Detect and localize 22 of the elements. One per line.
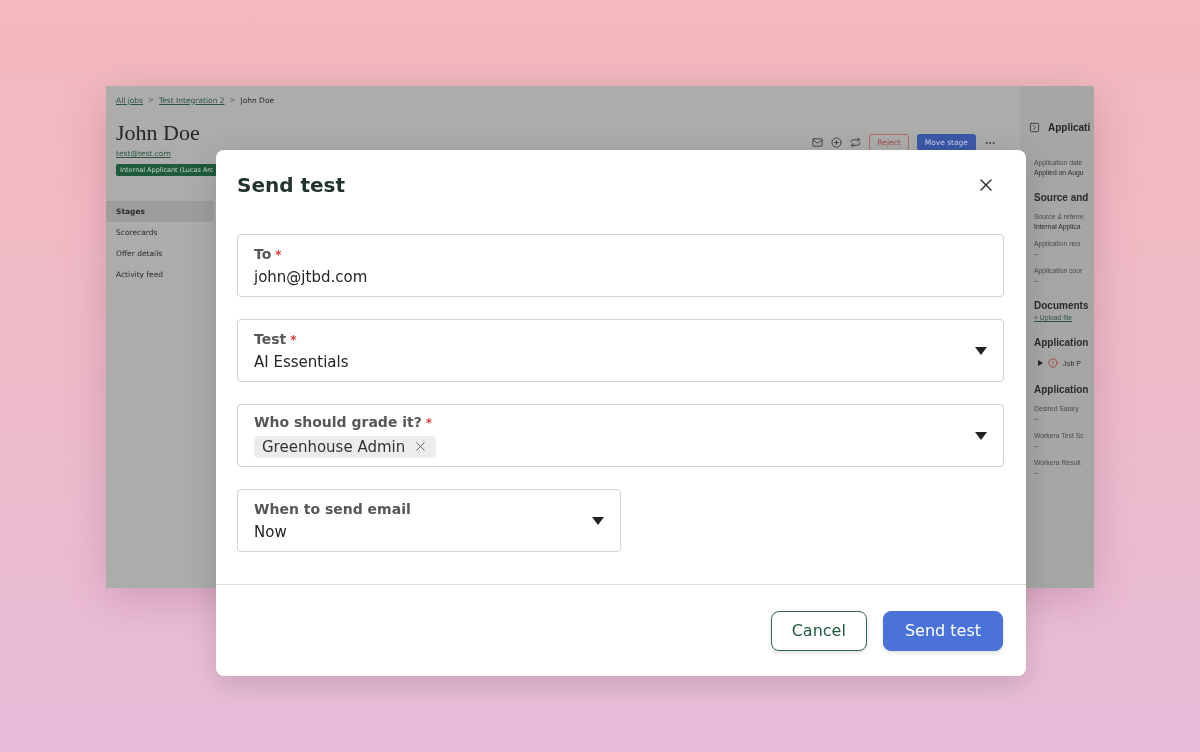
add-icon[interactable] xyxy=(831,137,843,148)
dialog-title: Send test xyxy=(237,172,346,198)
section-heading: Documents xyxy=(1034,300,1090,311)
caret-icon xyxy=(975,431,987,440)
section-heading: Application xyxy=(1034,384,1090,395)
alert-icon xyxy=(1048,358,1058,368)
caret-icon xyxy=(975,346,987,355)
candidate-name: John Doe xyxy=(116,120,200,146)
expand-icon[interactable] xyxy=(1038,360,1043,366)
section-heading: Source and xyxy=(1034,192,1090,203)
input-field[interactable]: To * john@jtbd.com xyxy=(237,234,1004,297)
panel-toggle-icon[interactable] xyxy=(1029,122,1040,133)
caret-icon xyxy=(592,516,604,525)
select-field[interactable]: Test * AI Essentials xyxy=(237,319,1004,382)
mail-icon[interactable] xyxy=(812,137,824,148)
panel-title: Applicati xyxy=(1048,122,1091,133)
select-field[interactable]: When to send email Now xyxy=(237,489,621,552)
repeat-icon[interactable] xyxy=(850,137,862,148)
section-heading: Application xyxy=(1034,337,1090,348)
send-button[interactable]: Send test xyxy=(882,610,1003,651)
cancel-button[interactable]: Cancel xyxy=(770,610,867,651)
select-field[interactable]: Who should grade it? * Greenhouse Admin xyxy=(237,404,1004,467)
